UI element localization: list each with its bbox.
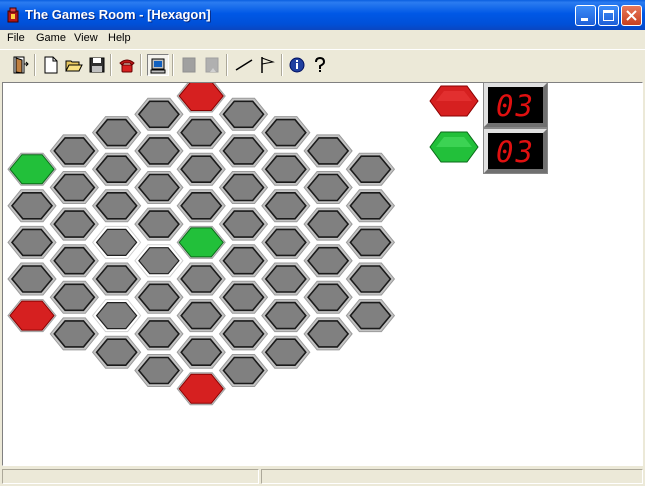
menu-view[interactable]: View [74, 32, 98, 44]
green-player-indicator [429, 131, 479, 163]
line-button[interactable] [233, 54, 255, 76]
toolbar-separator [172, 54, 174, 76]
close-button[interactable] [621, 5, 642, 26]
open-button[interactable] [63, 54, 85, 76]
app-icon[interactable] [6, 7, 20, 23]
menu-help[interactable]: Help [108, 32, 131, 44]
computer-button[interactable] [147, 54, 169, 76]
green-score-display: 03 [483, 128, 548, 174]
toolbar [0, 49, 645, 80]
toolbar-separator [226, 54, 228, 76]
toolbar-separator [140, 54, 142, 76]
computer-icon [150, 58, 166, 74]
green-score: 03 [496, 135, 535, 169]
status-pane [2, 469, 259, 484]
help-button[interactable] [309, 54, 331, 76]
menu-game[interactable]: Game [36, 32, 66, 44]
red-score: 03 [496, 89, 535, 123]
close-icon [626, 10, 637, 21]
minimize-button[interactable] [575, 5, 596, 26]
new-document-icon [44, 56, 58, 74]
menu-bar: File Game View Help [0, 30, 645, 48]
red-score-display: 03 [483, 82, 548, 128]
door-exit-icon [13, 56, 29, 74]
info-icon [289, 57, 305, 73]
redo-button[interactable] [201, 54, 223, 76]
toolbar-separator [281, 54, 283, 76]
red-player-indicator [429, 85, 479, 117]
disabled-square-icon [182, 57, 196, 73]
question-mark-icon [315, 56, 326, 72]
flag-button[interactable] [256, 54, 278, 76]
maximize-button[interactable] [598, 5, 619, 26]
new-button[interactable] [40, 54, 62, 76]
status-pane [261, 469, 643, 484]
disabled-square-icon [205, 57, 219, 73]
line-icon [235, 59, 253, 71]
telephone-icon [119, 59, 135, 73]
toolbar-separator [110, 54, 112, 76]
info-button[interactable] [286, 54, 308, 76]
maximize-icon [603, 10, 614, 21]
floppy-disk-icon [89, 57, 105, 73]
window-title: The Games Room - [Hexagon] [25, 7, 211, 22]
phone-button[interactable] [116, 54, 138, 76]
menu-file[interactable]: File [7, 32, 25, 44]
game-area: 03 03 [2, 82, 643, 466]
minimize-icon [581, 18, 588, 21]
title-bar[interactable]: The Games Room - [Hexagon] [0, 0, 645, 30]
undo-button[interactable] [178, 54, 200, 76]
flag-icon [261, 57, 275, 73]
status-bar [0, 466, 645, 486]
toolbar-separator [34, 54, 36, 76]
exit-button[interactable] [9, 54, 31, 76]
open-folder-icon [65, 60, 83, 72]
save-button[interactable] [86, 54, 108, 76]
